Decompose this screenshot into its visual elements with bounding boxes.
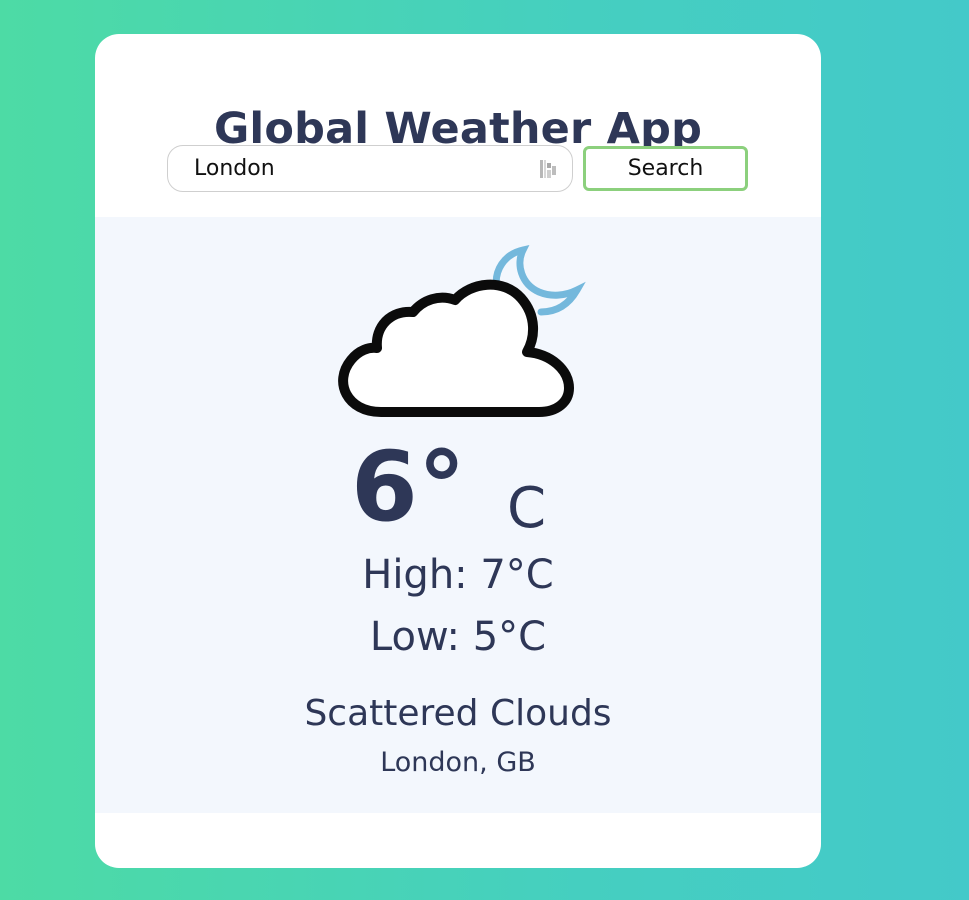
- temperature-unit: C: [507, 476, 547, 541]
- temperature-value: 6°: [351, 431, 466, 543]
- location-label: London, GB: [380, 747, 536, 778]
- cloud-moon-icon: [338, 244, 586, 417]
- high-temperature: High: 7°C: [362, 552, 554, 598]
- search-button[interactable]: Search: [583, 146, 748, 191]
- weather-description: Scattered Clouds: [304, 693, 612, 734]
- weather-card: Global Weather App Search 6° C High: 7°C…: [95, 34, 821, 868]
- temperature-display: 6° C: [95, 432, 821, 542]
- search-input-wrapper[interactable]: [167, 145, 573, 192]
- contact-card-icon[interactable]: [538, 158, 560, 180]
- weather-panel: 6° C High: 7°C Low: 5°C Scattered Clouds…: [95, 217, 821, 813]
- search-input[interactable]: [194, 154, 514, 182]
- low-temperature: Low: 5°C: [369, 614, 547, 660]
